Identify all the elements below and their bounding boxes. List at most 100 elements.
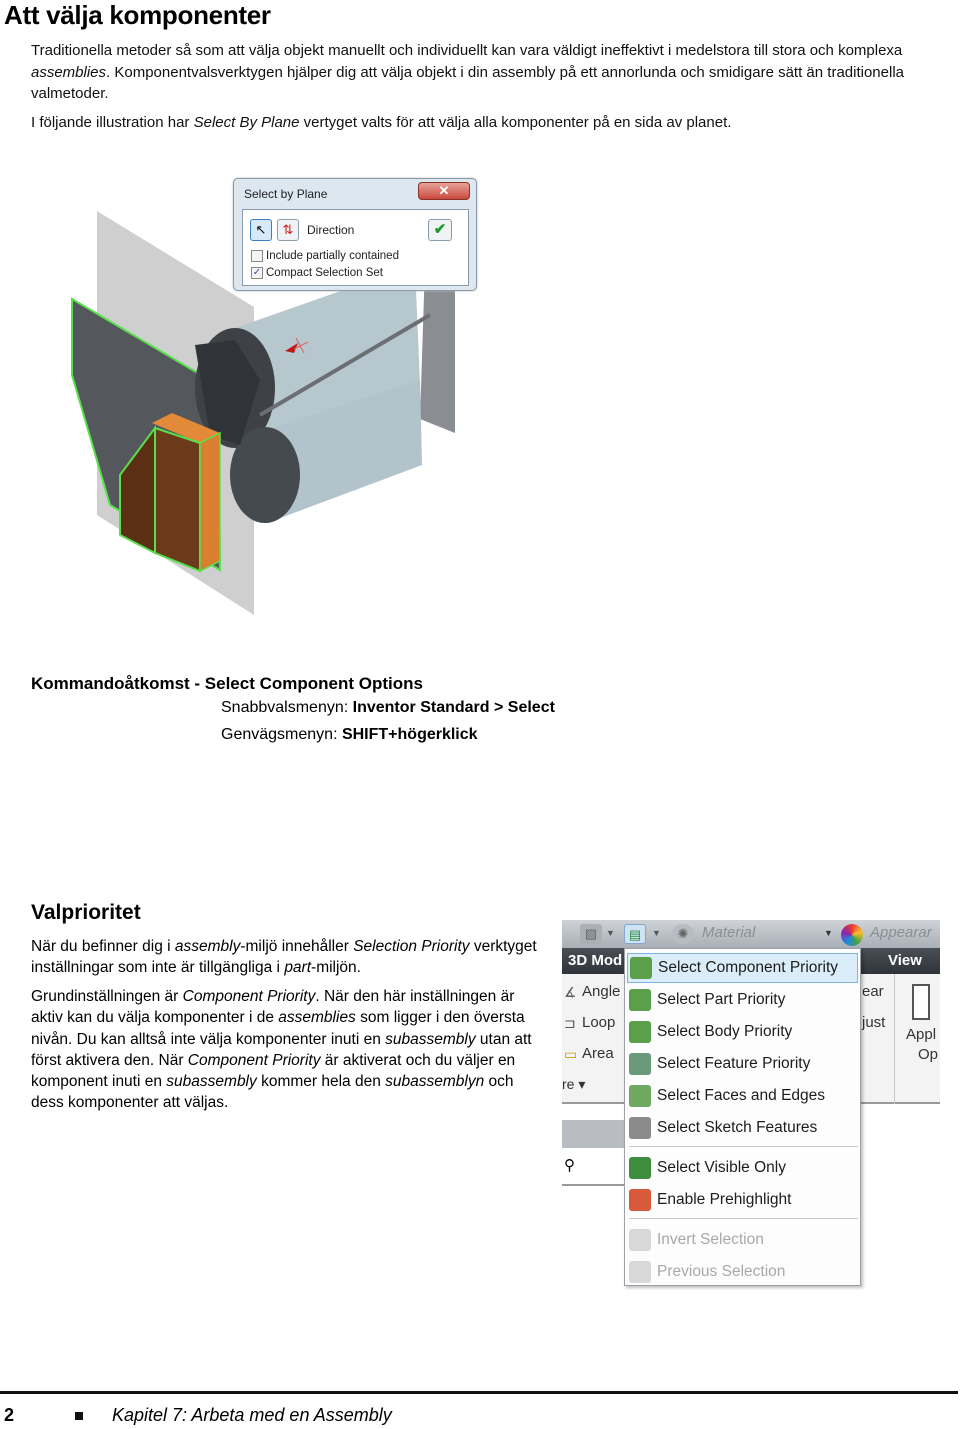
select-cursor-button[interactable]: ↖ bbox=[250, 219, 272, 241]
ribbon-options[interactable]: Op bbox=[918, 1046, 938, 1063]
tab-view[interactable]: View bbox=[888, 952, 922, 969]
quick-access-toolbar: ▧ ▼ ▤ ▼ ✺ Material ▼ Appearar bbox=[562, 920, 940, 948]
menu-item-select-faces-and-edges[interactable]: Select Faces and Edges bbox=[627, 1081, 858, 1111]
menu-item-select-sketch-features[interactable]: Select Sketch Features bbox=[627, 1113, 858, 1143]
bullet-icon bbox=[75, 1412, 83, 1420]
text-run: I följande illustration har bbox=[31, 114, 194, 131]
chevron-down-icon[interactable]: ▼ bbox=[606, 928, 615, 938]
text-run: kommer hela den bbox=[256, 1073, 386, 1091]
text-run: Grundinställningen är bbox=[31, 988, 183, 1005]
material-icon: ✺ bbox=[672, 924, 694, 944]
italic-term: subassemblyn bbox=[385, 1073, 485, 1091]
ribbon-more-dropdown[interactable]: re ▾ bbox=[562, 1076, 585, 1093]
binoculars-icon[interactable]: ⚲ bbox=[564, 1156, 575, 1174]
component-priority-icon bbox=[630, 957, 652, 979]
text-run: . Komponentvalsverktygen hjälper dig att… bbox=[31, 63, 904, 103]
direction-button[interactable]: ⇅ bbox=[277, 219, 299, 241]
material-dropdown[interactable]: Material bbox=[702, 924, 834, 944]
page-number: 2 bbox=[4, 1405, 15, 1425]
compact-selection-checkbox[interactable]: ✓ bbox=[251, 267, 263, 279]
compact-selection-row[interactable]: ✓ Compact Selection Set bbox=[251, 267, 383, 279]
shortcut-value: SHIFT+högerklick bbox=[341, 726, 478, 743]
menu-item-select-component-priority[interactable]: Select Component Priority bbox=[627, 953, 858, 983]
include-partial-checkbox[interactable] bbox=[251, 250, 263, 262]
ribbon-apply[interactable]: Appl bbox=[906, 1026, 936, 1043]
checkmark-icon: ✔ bbox=[433, 221, 447, 238]
menu-item-label: Select Sketch Features bbox=[657, 1119, 818, 1136]
menu-item-label: Invert Selection bbox=[657, 1231, 764, 1248]
appearance-dropdown[interactable]: Appearar bbox=[870, 924, 932, 941]
menu-item-label: Enable Prehighlight bbox=[657, 1191, 792, 1208]
italic-term: assembly bbox=[174, 938, 241, 955]
browser-row: ⚲ bbox=[562, 1148, 626, 1186]
panel-divider bbox=[894, 974, 895, 1104]
dialog-body: ↖ ⇅ Direction ✔ Include partially contai… bbox=[242, 209, 469, 286]
shortcut-label: Genvägsmenyn: bbox=[221, 726, 342, 743]
menu-item-enable-prehighlight[interactable]: Enable Prehighlight bbox=[627, 1185, 858, 1215]
compact-selection-label: Compact Selection Set bbox=[266, 267, 383, 279]
include-partial-label: Include partially contained bbox=[266, 250, 399, 262]
menu-item-invert-selection[interactable]: Invert Selection bbox=[627, 1225, 858, 1255]
dialog-ok-button[interactable]: ✔ bbox=[428, 219, 452, 241]
menu-item-previous-selection[interactable]: Previous Selection bbox=[627, 1257, 858, 1287]
dialog-close-button[interactable]: ✕ bbox=[418, 182, 470, 200]
menu-item-label: Select Part Priority bbox=[657, 991, 786, 1008]
area-icon: ▭ bbox=[564, 1046, 578, 1062]
text-run: vertyget valts för att välja alla kompon… bbox=[299, 114, 732, 131]
application-options-icon[interactable] bbox=[912, 984, 930, 1020]
menu-item-label: Select Faces and Edges bbox=[657, 1087, 826, 1104]
shortcut-menu-line: Genvägsmenyn: SHIFT+högerklick bbox=[221, 726, 478, 744]
italic-term: part bbox=[284, 959, 312, 977]
intro-paragraph-1: Traditionella metoder så som att välja o… bbox=[31, 40, 931, 105]
section-heading: Valprioritet bbox=[31, 901, 141, 924]
include-partial-row[interactable]: Include partially contained bbox=[251, 250, 399, 262]
menu-item-select-part-priority[interactable]: Select Part Priority bbox=[627, 985, 858, 1015]
menu-separator bbox=[629, 1146, 858, 1147]
invert-selection-icon bbox=[629, 1229, 651, 1251]
menu-item-label: Select Visible Only bbox=[657, 1159, 786, 1176]
menu-item-label: Select Component Priority bbox=[658, 959, 839, 976]
flip-direction-icon: ⇅ bbox=[282, 222, 294, 237]
text-run: -miljön. bbox=[311, 959, 361, 977]
prehighlight-icon bbox=[629, 1189, 651, 1211]
italic-term: Component Priority bbox=[182, 988, 316, 1005]
previous-selection-icon bbox=[629, 1261, 651, 1283]
ribbon-loop[interactable]: Loop bbox=[582, 1014, 615, 1031]
angle-icon: ∡ bbox=[564, 984, 577, 1000]
menu-item-select-body-priority[interactable]: Select Body Priority bbox=[627, 1017, 858, 1047]
appearance-color-icon bbox=[841, 924, 863, 946]
italic-term: subassembly bbox=[385, 1030, 476, 1048]
browser-header bbox=[562, 1120, 626, 1148]
command-access-heading: Kommandoåtkomst - Select Component Optio… bbox=[31, 674, 423, 693]
loop-icon: ⊐ bbox=[564, 1015, 576, 1031]
selection-filter-icon[interactable]: ▤ bbox=[624, 924, 646, 944]
direction-label: Direction bbox=[307, 223, 355, 237]
quick-menu-value: Inventor Standard > Select bbox=[352, 699, 555, 716]
body-priority-icon bbox=[629, 1021, 651, 1043]
tab-3d-model[interactable]: 3D Mod bbox=[568, 952, 622, 969]
ribbon-angle[interactable]: Angle bbox=[582, 983, 620, 1000]
select-by-plane-dialog: Select by Plane ✕ ↖ ⇅ Direction ✔ Includ… bbox=[233, 178, 477, 291]
menu-separator bbox=[629, 1218, 858, 1219]
selection-priority-screenshot: ▧ ▼ ▤ ▼ ✺ Material ▼ Appearar 3D Mod Vie… bbox=[562, 920, 940, 1290]
section-paragraph-1: När du befinner dig i assembly-miljö inn… bbox=[31, 936, 541, 979]
ribbon-adjust[interactable]: just bbox=[862, 1014, 885, 1031]
menu-item-select-feature-priority[interactable]: Select Feature Priority bbox=[627, 1049, 858, 1079]
cursor-arrow-icon: ↖ bbox=[255, 222, 267, 237]
appearance-override-icon[interactable]: ▧ bbox=[580, 924, 602, 944]
ribbon-clear[interactable]: ear bbox=[862, 983, 884, 1000]
selection-priority-menu: Select Component Priority Select Part Pri… bbox=[624, 948, 861, 1286]
section-paragraph-2: Grundinställningen är Component Priority… bbox=[31, 986, 541, 1114]
page-title: Att välja komponenter bbox=[4, 0, 271, 30]
visible-only-icon bbox=[629, 1157, 651, 1179]
quick-menu-label: Snabbvalsmenyn: bbox=[221, 699, 353, 716]
chevron-down-icon[interactable]: ▼ bbox=[652, 928, 661, 938]
sketch-features-icon bbox=[629, 1117, 651, 1139]
menu-item-select-visible-only[interactable]: Select Visible Only bbox=[627, 1153, 858, 1183]
chevron-down-icon[interactable]: ▼ bbox=[824, 928, 833, 938]
ribbon-area[interactable]: Area bbox=[582, 1045, 614, 1062]
part-priority-icon bbox=[629, 989, 651, 1011]
italic-term: Selection Priority bbox=[353, 938, 470, 955]
italic-term: assemblies bbox=[31, 63, 107, 81]
italic-term: Select By Plane bbox=[193, 114, 300, 131]
